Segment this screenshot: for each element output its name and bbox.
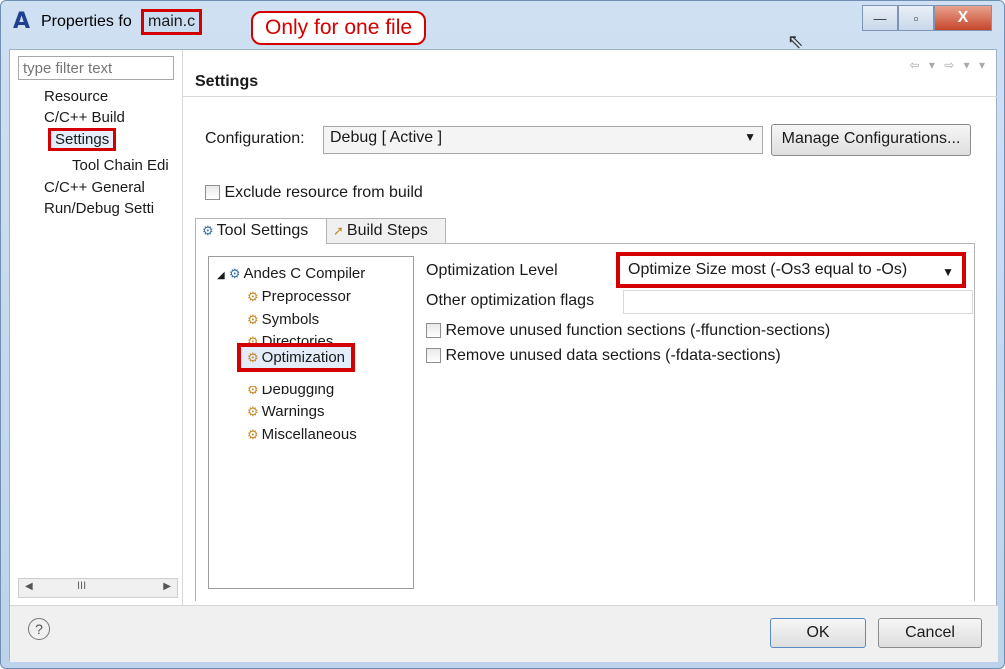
- optimization-level-label: Optimization Level: [426, 262, 558, 279]
- option-icon: ⚙: [247, 289, 259, 304]
- other-flags-input[interactable]: [623, 290, 973, 314]
- maximize-button[interactable]: ▫: [898, 5, 934, 31]
- scroll-right-icon[interactable]: ▶: [163, 581, 171, 592]
- compiler-icon: ⚙: [228, 266, 241, 281]
- annotation-callout: Only for one file: [251, 11, 427, 45]
- scroll-left-icon[interactable]: ◀: [25, 581, 33, 592]
- tool-settings-pane: ◢ ⚙ Andes C Compiler ⚙ Preprocessor ⚙ Symbo…: [195, 243, 975, 601]
- exclude-resource-row[interactable]: Exclude resource from build: [205, 184, 423, 202]
- left-panel: Resource C/C++ Build Settings Tool Chain…: [10, 50, 183, 605]
- minimize-button[interactable]: —: [862, 5, 898, 31]
- filter-input[interactable]: [18, 56, 174, 80]
- option-icon: ⚙: [247, 404, 259, 419]
- left-horizontal-scrollbar[interactable]: ◀ III ▶: [18, 578, 178, 598]
- tree-item-warnings[interactable]: ⚙ Warnings: [247, 403, 324, 420]
- chevron-down-icon: ▼: [942, 265, 954, 279]
- tree-item-resource[interactable]: Resource: [44, 88, 108, 105]
- properties-dialog: A Properties fo main.c Only for one file…: [0, 0, 1005, 669]
- close-button[interactable]: X: [934, 5, 992, 31]
- tree-item-run-debug[interactable]: Run/Debug Setti: [44, 200, 154, 217]
- fdata-sections-label: Remove unused data sections (-fdata-sect…: [445, 347, 781, 364]
- build-steps-icon: ➚: [333, 223, 344, 238]
- configuration-value: Debug [ Active ]: [330, 129, 443, 146]
- header-separator: [183, 96, 998, 97]
- tree-item-preprocessor[interactable]: ⚙ Preprocessor: [247, 288, 351, 305]
- tree-item-andes-compiler[interactable]: ◢ ⚙ Andes C Compiler: [217, 265, 365, 282]
- collapse-arrow-icon[interactable]: ◢: [217, 270, 225, 281]
- andes-app-icon: A: [13, 9, 31, 34]
- option-icon: ⚙: [247, 350, 259, 365]
- configuration-select[interactable]: Debug [ Active ] ▼: [323, 126, 763, 154]
- debugging-label: Debugging: [261, 381, 335, 398]
- optimization-label: Optimization: [261, 349, 346, 366]
- tree-item-symbols[interactable]: ⚙ Symbols: [247, 311, 319, 328]
- nav-arrows-icon[interactable]: ⇦ ▾ ⇨ ▾ ▾: [909, 58, 988, 72]
- tree-item-debugging[interactable]: ⚙ Debugging: [247, 381, 335, 398]
- warnings-label: Warnings: [261, 403, 325, 420]
- preprocessor-label: Preprocessor: [261, 288, 351, 305]
- optimization-level-select[interactable]: Optimize Size most (-Os3 equal to -Os) ▼: [616, 252, 966, 288]
- exclude-checkbox[interactable]: [205, 185, 220, 201]
- tool-settings-icon: ⚙: [202, 223, 214, 238]
- chevron-down-icon: ▼: [744, 130, 756, 144]
- dialog-client: Resource C/C++ Build Settings Tool Chain…: [9, 49, 998, 662]
- exclude-label: Exclude resource from build: [224, 184, 423, 201]
- compiler-label: Andes C Compiler: [243, 265, 366, 282]
- ffunction-sections-row[interactable]: Remove unused function sections (-ffunct…: [426, 322, 830, 340]
- miscellaneous-label: Miscellaneous: [261, 426, 357, 443]
- tree-item-optimization[interactable]: ⚙ Optimization: [237, 343, 356, 372]
- title-bar: A Properties fo main.c Only for one file…: [1, 1, 1004, 53]
- ffunction-sections-checkbox[interactable]: [426, 323, 441, 339]
- manage-configurations-button[interactable]: Manage Configurations...: [771, 124, 971, 156]
- tree-item-miscellaneous[interactable]: ⚙ Miscellaneous: [247, 426, 357, 443]
- fdata-sections-row[interactable]: Remove unused data sections (-fdata-sect…: [426, 347, 781, 365]
- tree-item-tool-chain[interactable]: Tool Chain Edi: [72, 157, 169, 174]
- symbols-label: Symbols: [261, 311, 320, 328]
- button-bar: ? OK Cancel: [10, 605, 998, 662]
- option-icon: ⚙: [247, 312, 259, 327]
- window-title-file: main.c: [141, 9, 203, 35]
- option-icon: ⚙: [247, 382, 259, 397]
- cancel-button[interactable]: Cancel: [878, 618, 982, 648]
- tab-tool-settings[interactable]: ⚙ Tool Settings: [195, 218, 327, 244]
- fdata-sections-checkbox[interactable]: [426, 348, 441, 364]
- tab-build-steps[interactable]: ➚ Build Steps: [326, 218, 446, 244]
- ok-button[interactable]: OK: [770, 618, 866, 648]
- window-title: Properties fo: [41, 13, 132, 30]
- other-flags-label: Other optimization flags: [426, 292, 595, 309]
- right-panel: Settings ⇦ ▾ ⇨ ▾ ▾ Configuration: Debug …: [183, 50, 998, 605]
- option-icon: ⚙: [247, 427, 259, 442]
- tree-item-settings[interactable]: Settings: [48, 128, 117, 151]
- tree-item-cpp-build[interactable]: C/C++ Build: [44, 109, 125, 126]
- tab-build-steps-label: Build Steps: [346, 222, 428, 239]
- help-icon[interactable]: ?: [28, 618, 50, 640]
- tree-item-cpp-general[interactable]: C/C++ General: [44, 179, 145, 196]
- configuration-label: Configuration:: [205, 130, 305, 147]
- ffunction-sections-label: Remove unused function sections (-ffunct…: [445, 322, 831, 339]
- optimization-level-value: Optimize Size most (-Os3 equal to -Os): [628, 261, 908, 278]
- tool-tree: ◢ ⚙ Andes C Compiler ⚙ Preprocessor ⚙ Symbo…: [208, 256, 414, 589]
- tab-tool-settings-label: Tool Settings: [216, 222, 309, 239]
- scroll-thumb-grip[interactable]: III: [77, 580, 86, 592]
- page-title: Settings: [195, 73, 259, 90]
